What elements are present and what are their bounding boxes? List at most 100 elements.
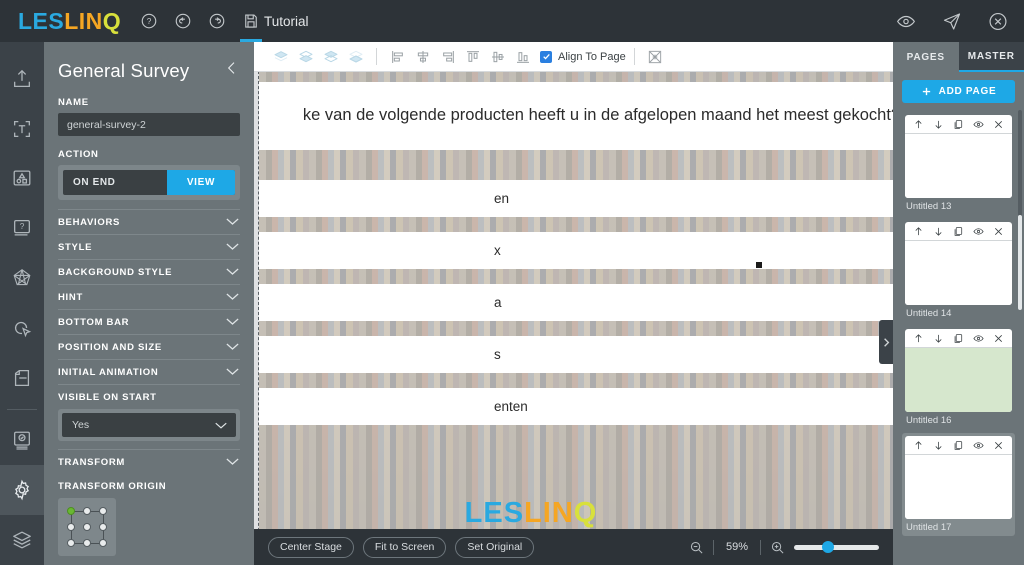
move-up-icon[interactable] <box>913 333 924 344</box>
move-down-icon[interactable] <box>933 333 944 344</box>
hotspot-icon[interactable] <box>0 303 44 353</box>
section-hint[interactable]: HINT <box>58 284 240 309</box>
interactive-icon[interactable] <box>0 253 44 303</box>
answer-option[interactable]: x <box>259 232 893 269</box>
page-thumbnail[interactable] <box>905 241 1012 305</box>
answer-option[interactable]: s <box>259 336 893 373</box>
section-position-and-size[interactable]: POSITION AND SIZE <box>58 334 240 359</box>
answer-option[interactable]: enten <box>259 388 893 425</box>
name-input[interactable] <box>58 113 240 136</box>
media-icon[interactable] <box>0 154 44 204</box>
origin-dot-top-center[interactable] <box>83 507 91 515</box>
align-bottom-icon[interactable] <box>510 44 535 69</box>
origin-dot-bottom-left[interactable] <box>67 539 75 547</box>
align-middle-vertical-icon[interactable] <box>485 44 510 69</box>
text-icon[interactable] <box>0 104 44 154</box>
align-to-page-checkbox[interactable]: Align To Page <box>540 51 626 63</box>
move-down-icon[interactable] <box>933 119 944 130</box>
action-view-button[interactable]: VIEW <box>167 170 235 195</box>
section-style[interactable]: STYLE <box>58 234 240 259</box>
page-card[interactable]: Untitled 14 <box>902 219 1015 322</box>
duplicate-icon[interactable] <box>953 333 964 344</box>
collapse-panel-toggle[interactable] <box>879 320 893 364</box>
undo-icon[interactable] <box>173 11 193 31</box>
move-down-icon[interactable] <box>933 440 944 451</box>
save-button-wrap[interactable] <box>241 11 261 31</box>
certificate-icon[interactable] <box>0 416 44 466</box>
question-icon[interactable]: ? <box>0 203 44 253</box>
align-right-icon[interactable] <box>435 44 460 69</box>
chevron-left-icon[interactable] <box>224 58 240 83</box>
delete-icon[interactable] <box>993 226 1004 237</box>
page-thumbnail[interactable] <box>905 348 1012 412</box>
page-card[interactable]: Untitled 17 <box>902 433 1015 536</box>
design-stage[interactable]: ke van de volgende producten heeft u in … <box>254 72 893 529</box>
origin-dot-bottom-center[interactable] <box>83 539 91 547</box>
origin-dot-bottom-right[interactable] <box>99 539 107 547</box>
tab-master[interactable]: MASTER <box>959 42 1024 72</box>
set-original-button[interactable]: Set Original <box>455 537 534 558</box>
page-icon[interactable] <box>0 353 44 403</box>
help-icon[interactable]: ? <box>139 11 159 31</box>
delete-icon[interactable] <box>993 440 1004 451</box>
delete-icon[interactable] <box>993 333 1004 344</box>
bring-to-front-icon[interactable] <box>268 44 293 69</box>
origin-dot-middle-right[interactable] <box>99 523 107 531</box>
page-thumbnail[interactable] <box>905 134 1012 198</box>
origin-dot-top-left[interactable] <box>67 507 75 515</box>
duplicate-icon[interactable] <box>953 119 964 130</box>
section-bottom-bar[interactable]: BOTTOM BAR <box>58 309 240 334</box>
align-left-icon[interactable] <box>385 44 410 69</box>
zoom-slider-knob[interactable] <box>822 541 834 553</box>
duplicate-icon[interactable] <box>953 440 964 451</box>
move-up-icon[interactable] <box>913 440 924 451</box>
section-behaviors[interactable]: BEHAVIORS <box>58 209 240 234</box>
zoom-out-icon[interactable] <box>689 540 704 555</box>
send-to-back-icon[interactable] <box>343 44 368 69</box>
upload-icon[interactable] <box>0 54 44 104</box>
visibility-icon[interactable] <box>973 440 984 451</box>
question-card[interactable]: ke van de volgende producten heeft u in … <box>259 82 893 150</box>
fit-to-screen-button[interactable]: Fit to Screen <box>363 537 447 558</box>
origin-dot-middle-left[interactable] <box>67 523 75 531</box>
section-background-style[interactable]: BACKGROUND STYLE <box>58 259 240 284</box>
answer-option[interactable]: a <box>259 284 893 321</box>
close-icon[interactable] <box>988 11 1008 31</box>
tab-pages[interactable]: PAGES <box>893 42 959 72</box>
pages-scrollbar[interactable] <box>1018 110 1022 310</box>
origin-dot-center[interactable] <box>83 523 91 531</box>
zoom-in-icon[interactable] <box>770 540 785 555</box>
stage-logo[interactable]: LESLINQ LEREN, INFORMEREN EN INSTRUEREN <box>366 497 696 529</box>
visibility-icon[interactable] <box>973 226 984 237</box>
layers-icon[interactable] <box>0 515 44 565</box>
move-up-icon[interactable] <box>913 226 924 237</box>
align-center-horizontal-icon[interactable] <box>410 44 435 69</box>
distribute-icon[interactable] <box>643 44 668 69</box>
transform-origin-widget[interactable] <box>58 498 116 556</box>
page-thumbnail[interactable] <box>905 455 1012 519</box>
visible-on-start-select[interactable]: Yes <box>62 413 236 437</box>
bring-forward-icon[interactable] <box>293 44 318 69</box>
preview-icon[interactable] <box>896 11 916 31</box>
section-transform[interactable]: TRANSFORM <box>58 449 240 474</box>
send-backward-icon[interactable] <box>318 44 343 69</box>
selection-handle-right[interactable] <box>756 262 762 268</box>
move-up-icon[interactable] <box>913 119 924 130</box>
visibility-icon[interactable] <box>973 333 984 344</box>
duplicate-icon[interactable] <box>953 226 964 237</box>
settings-icon[interactable] <box>0 465 44 515</box>
origin-dot-top-right[interactable] <box>99 507 107 515</box>
section-initial-animation[interactable]: INITIAL ANIMATION <box>58 359 240 384</box>
visibility-icon[interactable] <box>973 119 984 130</box>
redo-icon[interactable] <box>207 11 227 31</box>
page-card[interactable]: Untitled 13 <box>902 112 1015 215</box>
save-icon[interactable] <box>241 11 261 31</box>
move-down-icon[interactable] <box>933 226 944 237</box>
page-card[interactable]: Untitled 16 <box>902 326 1015 429</box>
delete-icon[interactable] <box>993 119 1004 130</box>
center-stage-button[interactable]: Center Stage <box>268 537 354 558</box>
add-page-button[interactable]: ADD PAGE <box>902 80 1015 103</box>
zoom-slider[interactable] <box>794 545 879 550</box>
page-canvas[interactable]: ke van de volgende producten heeft u in … <box>259 72 893 529</box>
align-top-icon[interactable] <box>460 44 485 69</box>
